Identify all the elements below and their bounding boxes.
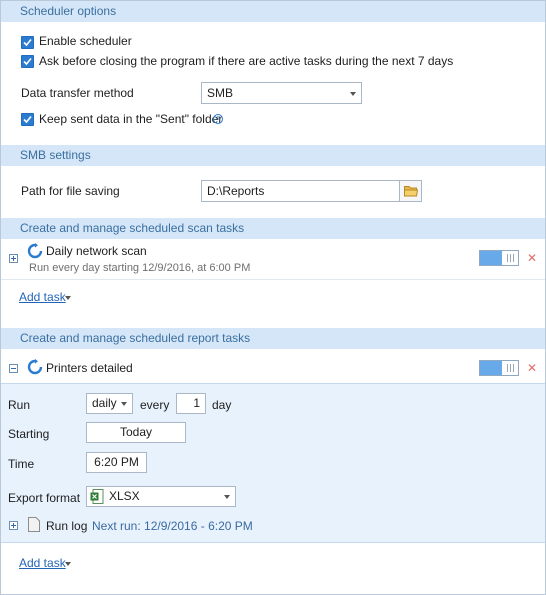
- toggle-grip: [507, 254, 514, 262]
- export-format-label: Export format: [8, 491, 81, 505]
- add-scan-task-link[interactable]: Add task: [19, 290, 66, 304]
- divider: [1, 279, 545, 280]
- keep-sent-data-label: Keep sent data in the "Sent" folder: [39, 112, 223, 126]
- add-report-task-link[interactable]: Add task: [19, 556, 66, 570]
- expand-run-log-icon[interactable]: [9, 521, 18, 530]
- time-label: Time: [8, 457, 35, 471]
- time-picker[interactable]: 6:20 PM: [86, 452, 147, 473]
- collapse-report-task-icon[interactable]: [9, 364, 18, 373]
- every-count-value: 1: [193, 396, 200, 410]
- ask-before-closing-checkbox[interactable]: [21, 55, 34, 68]
- export-format-value: XLSX: [109, 489, 140, 503]
- section-header-scan-tasks: Create and manage scheduled scan tasks: [1, 218, 545, 239]
- export-format-select[interactable]: XLSX: [86, 486, 236, 507]
- refresh-icon: [27, 359, 43, 375]
- chevron-down-icon: [121, 402, 127, 406]
- data-transfer-method-select[interactable]: SMB: [201, 82, 362, 104]
- chevron-down-icon: [224, 495, 230, 499]
- section-header-smb-settings: SMB settings: [1, 145, 545, 166]
- document-icon: [28, 517, 40, 532]
- run-log-label[interactable]: Run log: [46, 519, 87, 533]
- toggle-on-fill: [480, 251, 502, 265]
- folder-icon: [404, 186, 418, 197]
- run-frequency-value: daily: [92, 396, 117, 410]
- report-task-toggle[interactable]: [479, 360, 519, 376]
- browse-folder-button[interactable]: [399, 180, 422, 202]
- data-transfer-method-label: Data transfer method: [21, 86, 134, 100]
- starting-date-picker[interactable]: Today: [86, 422, 186, 443]
- path-for-file-saving-input[interactable]: D:\Reports: [201, 180, 400, 202]
- next-run-label: Next run: 12/9/2016 - 6:20 PM: [92, 519, 253, 533]
- delete-scan-task-icon[interactable]: ✕: [527, 252, 537, 264]
- run-label: Run: [8, 398, 31, 412]
- every-count-input[interactable]: 1: [176, 393, 206, 414]
- info-icon[interactable]: i: [213, 114, 223, 124]
- scheduler-panel: Scheduler options Enable scheduler Ask b…: [0, 0, 546, 595]
- chevron-down-icon: [350, 92, 356, 96]
- every-label: every: [140, 398, 170, 412]
- section-header-report-tasks: Create and manage scheduled report tasks: [1, 328, 545, 349]
- enable-scheduler-label: Enable scheduler: [39, 34, 132, 48]
- run-frequency-select[interactable]: daily: [86, 393, 133, 414]
- delete-report-task-icon[interactable]: ✕: [527, 362, 537, 374]
- report-task-name[interactable]: Printers detailed: [46, 361, 133, 375]
- chevron-down-icon: [65, 296, 71, 300]
- expand-scan-task-icon[interactable]: [9, 254, 18, 263]
- scan-task-subtitle: Run every day starting 12/9/2016, at 6:0…: [29, 262, 251, 274]
- enable-scheduler-checkbox[interactable]: [21, 36, 34, 49]
- report-task-details: Run daily every 1 day Starting Today Tim…: [1, 383, 545, 543]
- path-for-file-saving-label: Path for file saving: [21, 184, 120, 198]
- scan-task-toggle[interactable]: [479, 250, 519, 266]
- path-value: D:\Reports: [207, 184, 265, 198]
- unit-label: day: [212, 398, 232, 412]
- toggle-grip: [507, 364, 514, 372]
- section-header-scheduler-options: Scheduler options: [1, 1, 545, 22]
- keep-sent-data-checkbox[interactable]: [21, 113, 34, 126]
- chevron-down-icon: [65, 562, 71, 566]
- scan-task-name[interactable]: Daily network scan: [46, 244, 147, 258]
- refresh-icon: [27, 243, 43, 259]
- toggle-on-fill: [480, 361, 502, 375]
- starting-label: Starting: [8, 427, 50, 441]
- data-transfer-method-value: SMB: [207, 86, 234, 100]
- excel-icon: [90, 489, 104, 504]
- ask-before-closing-label: Ask before closing the program if there …: [39, 54, 454, 68]
